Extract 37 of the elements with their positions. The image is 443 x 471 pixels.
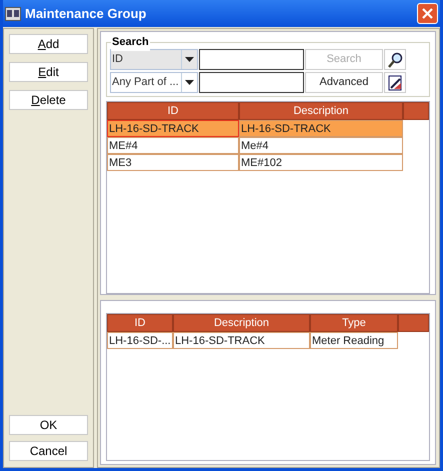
dialog-button[interactable]: Edit — [9, 62, 88, 82]
column-header[interactable]: ID — [107, 314, 173, 332]
table-row[interactable]: LH-16-SD-... LH-16-SD-TRACK Meter Reading — [107, 332, 398, 349]
close-icon — [422, 8, 433, 19]
column-header[interactable]: Type — [310, 314, 398, 332]
search-field[interactable] — [199, 49, 304, 70]
search-icon[interactable] — [388, 52, 402, 68]
table-row[interactable]: ME#4 Me#4 — [107, 137, 403, 154]
table-cell: ME3 — [107, 154, 239, 171]
search-button[interactable]: Advanced — [305, 72, 383, 93]
dropdown[interactable]: ID — [110, 49, 198, 70]
search-field[interactable] — [199, 72, 304, 93]
table-cell: LH-16-SD-TRACK — [173, 332, 310, 349]
dialog-button[interactable]: Cancel — [9, 441, 88, 461]
advanced-search-icon[interactable] — [388, 74, 402, 90]
app-icon — [5, 6, 21, 20]
column-header[interactable]: ID — [107, 102, 239, 120]
dialog-button[interactable]: Add — [9, 34, 88, 54]
table-cell: Meter Reading — [310, 332, 398, 349]
table-row[interactable]: ME3 ME#102 — [107, 154, 403, 171]
column-header[interactable]: Description — [239, 102, 403, 120]
window-title: Maintenance Group — [25, 4, 148, 23]
dropdown-arrow-icon — [185, 57, 194, 62]
dialog-button[interactable]: Delete — [9, 90, 88, 110]
search-title: Search — [111, 34, 150, 50]
dropdown[interactable]: Any Part of ... — [110, 72, 198, 93]
dropdown-arrow-icon — [185, 80, 194, 85]
table-row[interactable]: LH-16-SD-TRACK LH-16-SD-TRACK — [107, 120, 403, 137]
column-header[interactable]: Description — [173, 314, 310, 332]
table-cell: LH-16-SD-... — [107, 332, 173, 349]
table-cell: LH-16-SD-TRACK — [107, 120, 239, 137]
table-cell: LH-16-SD-TRACK — [239, 120, 403, 137]
table-cell: ME#102 — [239, 154, 403, 171]
table-cell: ME#4 — [107, 137, 239, 154]
table-cell: Me#4 — [239, 137, 403, 154]
close-button[interactable] — [417, 3, 438, 24]
dialog-button[interactable]: OK — [9, 415, 88, 435]
